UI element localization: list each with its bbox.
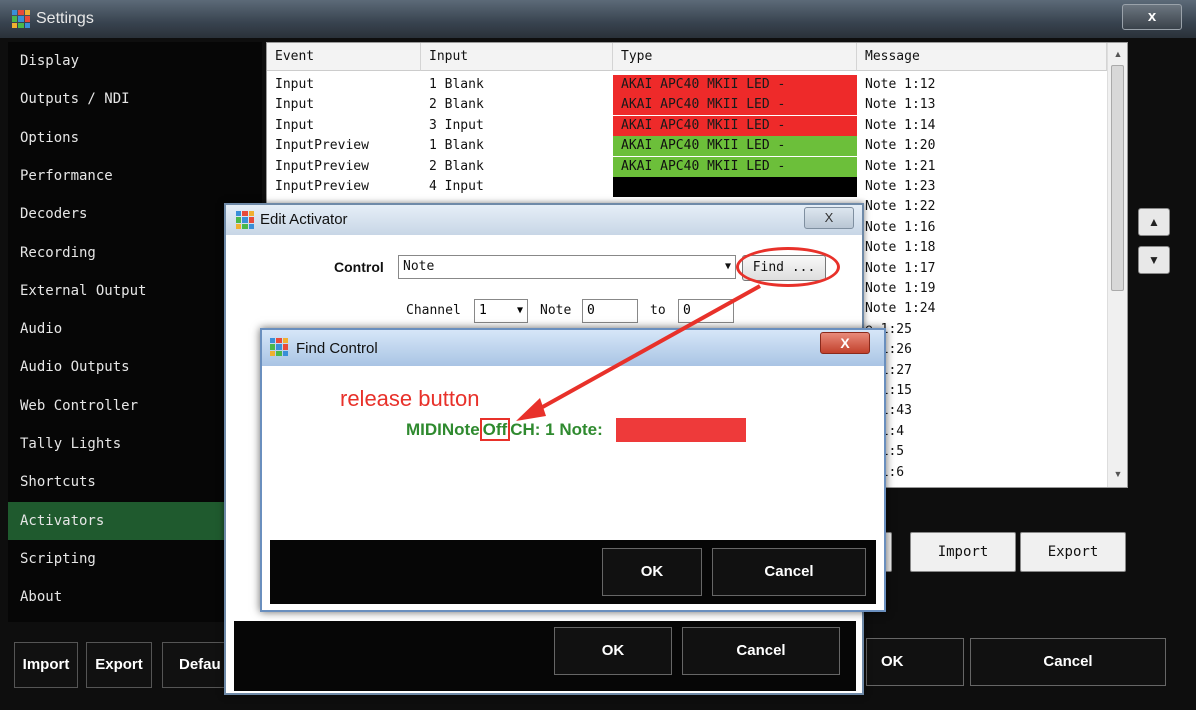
annotation-arrowhead-icon [516,398,546,421]
annotation-arrow-icon [529,284,761,416]
annotation-arrow-overlay [516,284,761,421]
